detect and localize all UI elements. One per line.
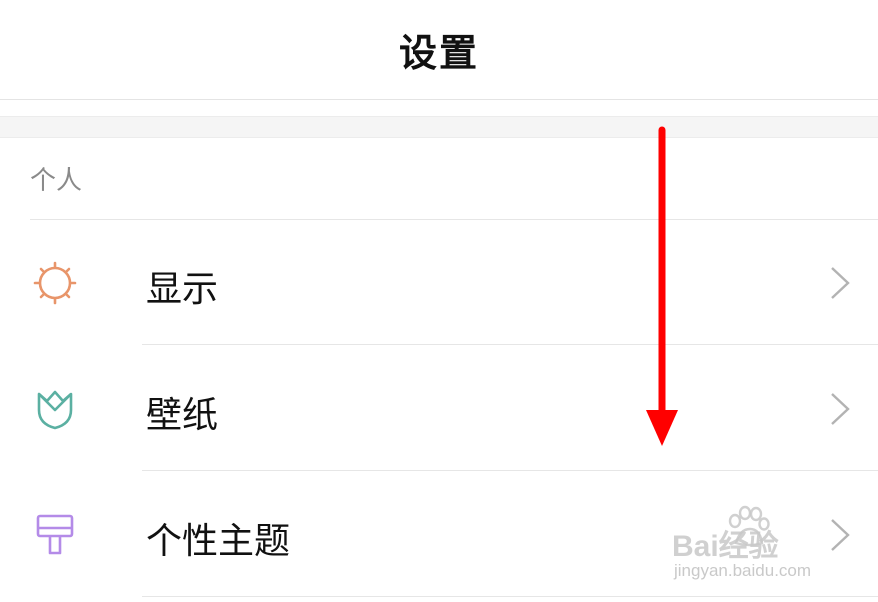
wallpaper-tulip-icon [30, 384, 80, 434]
settings-item-wallpaper[interactable]: 壁纸 [0, 346, 878, 471]
title-bar: 设置 [0, 0, 878, 100]
page-title: 设置 [398, 31, 479, 75]
watermark-url: jingyan.baidu.com [674, 561, 812, 580]
theme-brush-icon [30, 510, 80, 560]
display-brightness-icon [30, 258, 80, 308]
row-divider [142, 470, 878, 471]
settings-item-display[interactable]: 显示 [0, 220, 878, 345]
chevron-right-icon [828, 391, 852, 427]
chevron-right-icon [828, 265, 852, 301]
settings-item-label: 个性主题 [146, 521, 291, 562]
row-divider [142, 344, 878, 345]
settings-item-label: 壁纸 [146, 395, 219, 436]
section-gap [0, 116, 878, 138]
scroll-down-arrow-annotation [646, 126, 678, 446]
section-header-personal: 个人 [30, 166, 83, 196]
settings-item-label: 显示 [146, 269, 219, 310]
watermark: Bai经验 jingyan.baidu.com [672, 505, 842, 590]
row-divider [142, 596, 878, 597]
watermark-brand: Bai经验 [672, 530, 779, 563]
